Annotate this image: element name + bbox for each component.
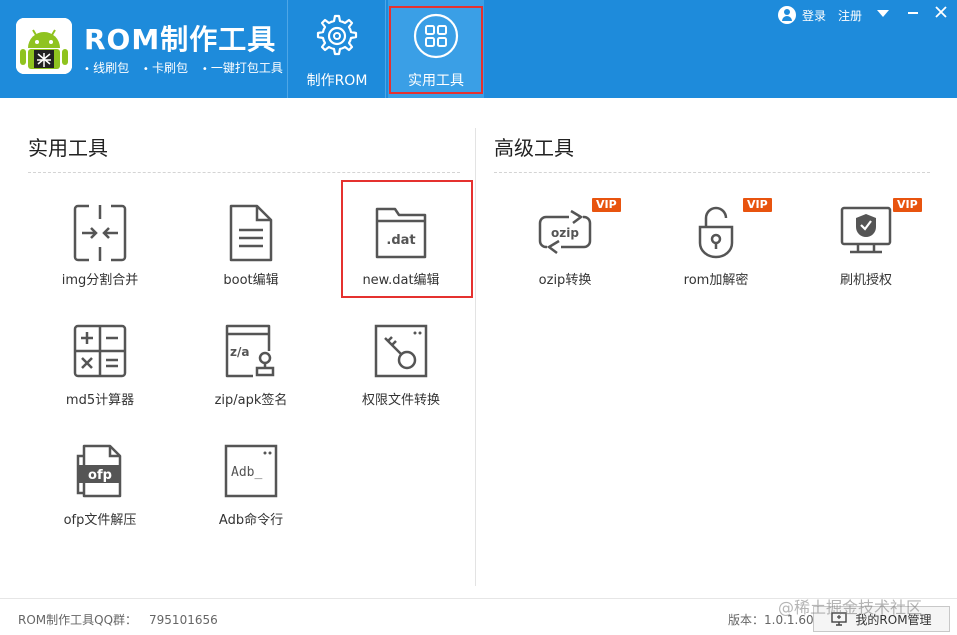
feature-list: 线刷包 卡刷包 一键打包工具 bbox=[84, 59, 293, 76]
tool-label: ozip转换 bbox=[538, 273, 592, 288]
icon-text: Adb_ bbox=[231, 465, 262, 480]
shield-monitor-icon bbox=[840, 206, 892, 254]
section-divider bbox=[28, 172, 460, 173]
tab-make-rom[interactable]: 制作ROM bbox=[289, 0, 385, 98]
tool-md5-calculator[interactable]: md5计算器 bbox=[35, 323, 165, 433]
version-label: 版本： bbox=[728, 613, 765, 627]
tool-ofp-extract[interactable]: ofp ofp文件解压 bbox=[35, 443, 165, 553]
watermark: @稀土掘金技术社区 bbox=[778, 598, 923, 617]
close-button[interactable] bbox=[930, 4, 952, 24]
qq-group-info: ROM制作工具QQ群： 795101656 bbox=[18, 611, 218, 628]
tool-rom-encrypt-decrypt[interactable]: VIP rom加解密 bbox=[651, 198, 781, 313]
tab-label: 制作ROM bbox=[306, 73, 368, 89]
vip-badge: VIP bbox=[592, 198, 621, 212]
app-header: ROM制作工具 线刷包 卡刷包 一键打包工具 制作ROM 实用工具 登录 注册 bbox=[0, 0, 957, 98]
header-divider bbox=[385, 0, 386, 98]
highlight-box bbox=[341, 180, 473, 298]
icon-text: ozip bbox=[551, 226, 579, 240]
window-controls bbox=[872, 4, 957, 24]
document-icon bbox=[229, 204, 273, 262]
app-logo bbox=[16, 18, 72, 74]
login-link[interactable]: 登录 bbox=[802, 7, 826, 24]
tool-label: img分割合并 bbox=[61, 273, 139, 288]
android-logo-icon bbox=[16, 18, 72, 74]
tool-label: 权限文件转换 bbox=[361, 393, 440, 408]
header-divider bbox=[287, 0, 288, 98]
user-icon bbox=[778, 6, 796, 24]
highlight-box bbox=[389, 6, 483, 94]
tool-adb-cmd[interactable]: Adb_ Adb命令行 bbox=[186, 443, 316, 553]
app-title: ROM制作工具 bbox=[84, 23, 277, 56]
qq-number: 795101656 bbox=[149, 613, 218, 627]
calculator-icon bbox=[73, 324, 127, 378]
key-file-icon bbox=[374, 324, 428, 378]
tool-boot-edit[interactable]: boot编辑 bbox=[186, 203, 316, 313]
tool-label: Adb命令行 bbox=[218, 513, 284, 528]
tool-permission-convert[interactable]: 权限文件转换 bbox=[336, 323, 466, 433]
ofp-file-icon: ofp bbox=[76, 444, 122, 498]
section-divider bbox=[494, 172, 930, 173]
feature-item: 一键打包工具 bbox=[202, 61, 283, 75]
icon-text: z/a bbox=[230, 345, 249, 359]
tool-img-split-merge[interactable]: img分割合并 bbox=[35, 203, 165, 313]
tool-flash-authorization[interactable]: VIP 刷机授权 bbox=[801, 198, 931, 313]
zip-sign-icon: z/a bbox=[225, 324, 275, 378]
split-merge-icon bbox=[73, 204, 127, 262]
feature-item: 线刷包 bbox=[84, 61, 129, 75]
tool-label: ofp文件解压 bbox=[63, 513, 137, 528]
column-divider bbox=[475, 128, 476, 586]
tool-label: zip/apk签名 bbox=[214, 393, 288, 408]
gear-disc-icon bbox=[316, 14, 358, 56]
tool-label: md5计算器 bbox=[65, 393, 135, 408]
tool-label: boot编辑 bbox=[223, 273, 279, 288]
tool-label: rom加解密 bbox=[683, 273, 749, 288]
feature-item: 卡刷包 bbox=[143, 61, 188, 75]
tool-zip-apk-sign[interactable]: z/a zip/apk签名 bbox=[186, 323, 316, 433]
menu-dropdown-button[interactable] bbox=[872, 4, 894, 24]
tool-label: 刷机授权 bbox=[839, 273, 892, 288]
section-title-advanced: 高级工具 bbox=[494, 136, 574, 160]
terminal-icon: Adb_ bbox=[224, 444, 278, 498]
minimize-button[interactable] bbox=[902, 4, 924, 24]
vip-badge: VIP bbox=[893, 198, 922, 212]
account-area: 登录 注册 bbox=[778, 6, 874, 24]
lock-icon bbox=[698, 206, 734, 259]
icon-text: ofp bbox=[88, 468, 112, 483]
tool-ozip-convert[interactable]: ozip VIP ozip转换 bbox=[500, 198, 630, 313]
vip-badge: VIP bbox=[743, 198, 772, 212]
close-icon bbox=[935, 6, 947, 18]
minimize-icon bbox=[908, 12, 918, 14]
register-link[interactable]: 注册 bbox=[838, 7, 862, 24]
qq-label: ROM制作工具QQ群： bbox=[18, 613, 138, 627]
chevron-down-icon bbox=[877, 10, 889, 17]
ozip-convert-icon: ozip bbox=[538, 209, 592, 254]
section-title-utilities: 实用工具 bbox=[28, 136, 108, 160]
